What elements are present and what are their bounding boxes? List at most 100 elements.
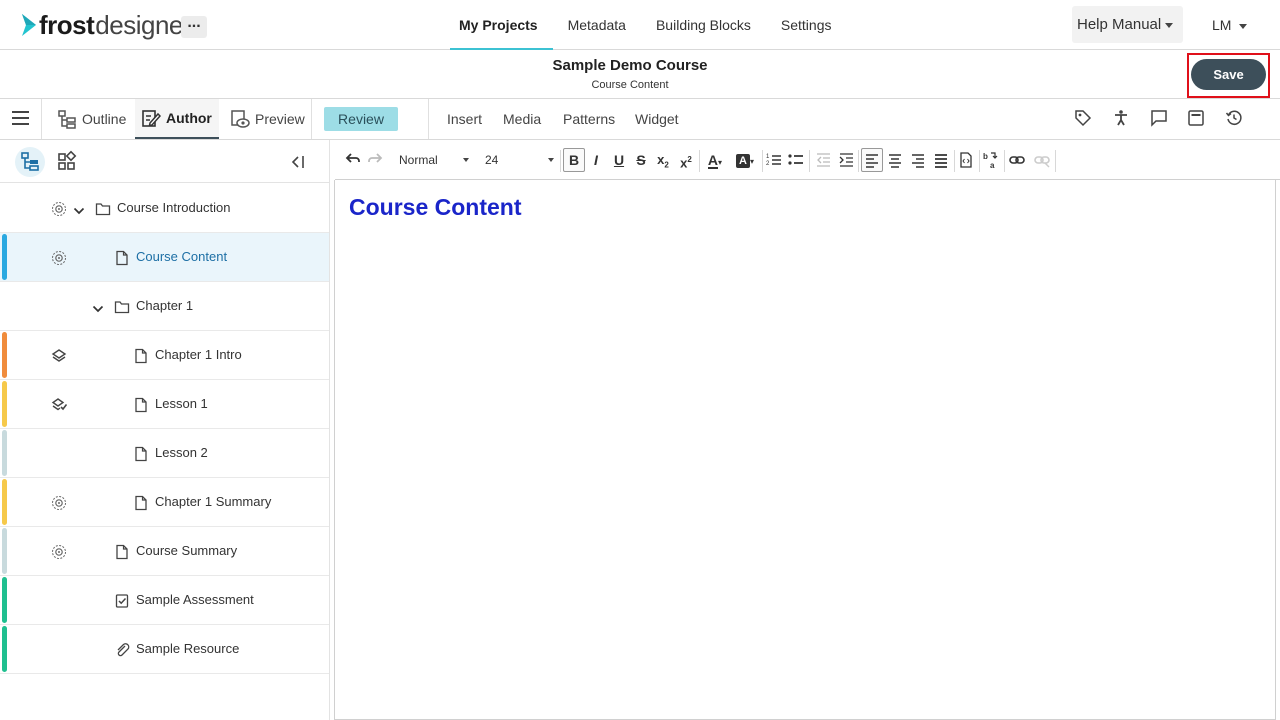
nav-settings[interactable]: Settings	[766, 0, 847, 50]
tree-item-sample-resource[interactable]: Sample Resource	[0, 625, 329, 674]
underline-icon[interactable]: U	[610, 150, 628, 170]
tree-item-sample-assessment[interactable]: Sample Assessment	[0, 576, 329, 625]
font-size-select[interactable]: 24	[485, 150, 555, 170]
tree-item-chapter-1-intro[interactable]: Chapter 1 Intro	[0, 331, 329, 380]
strikethrough-icon[interactable]: S	[632, 150, 650, 170]
menu-patterns[interactable]: Patterns	[563, 111, 615, 127]
settings-status-icon[interactable]	[51, 250, 67, 266]
grid-view-icon	[58, 150, 77, 170]
page-icon	[115, 544, 129, 560]
review-button[interactable]: Review	[324, 107, 398, 131]
divider	[858, 150, 859, 172]
tab-preview[interactable]: Preview	[224, 99, 311, 139]
divider	[979, 150, 980, 172]
history-icon[interactable]	[1225, 109, 1243, 127]
divider	[1004, 150, 1005, 172]
tree-item-chapter-1-summary[interactable]: Chapter 1 Summary	[0, 478, 329, 527]
page-subtitle: Course Content	[591, 79, 669, 91]
find-replace-icon[interactable]: b a	[983, 150, 999, 170]
editor-content-area[interactable]: Course Content	[334, 180, 1276, 720]
nav-building-blocks[interactable]: Building Blocks	[641, 0, 766, 50]
tree-item-course-content[interactable]: Course Content	[0, 233, 329, 282]
settings-status-icon[interactable]	[51, 544, 67, 560]
source-code-icon[interactable]	[959, 150, 973, 170]
tree-item-chapter-1[interactable]: Chapter 1	[0, 282, 329, 331]
bullet-list-icon[interactable]	[788, 150, 804, 170]
accessibility-icon[interactable]	[1112, 109, 1130, 127]
outdent-icon[interactable]	[815, 150, 831, 170]
menu-widget[interactable]: Widget	[635, 111, 679, 127]
subscript-icon[interactable]: x2	[653, 150, 673, 170]
highlight-color-icon[interactable]: A ▾	[732, 150, 758, 170]
menu-insert[interactable]: Insert	[447, 111, 482, 127]
paragraph-style-select[interactable]: Normal	[399, 150, 471, 170]
top-header: frost designer ... My Projects Metadata …	[0, 0, 1280, 50]
nav-metadata[interactable]: Metadata	[553, 0, 641, 50]
settings-status-icon[interactable]	[51, 495, 67, 511]
logo-arrow-icon	[22, 14, 36, 36]
collapse-panel-icon[interactable]	[289, 153, 307, 171]
tree-item-lesson-1[interactable]: Lesson 1	[0, 380, 329, 429]
chevron-down-icon[interactable]	[92, 301, 104, 313]
align-right-icon[interactable]	[910, 150, 926, 170]
superscript-icon[interactable]: x2	[676, 150, 696, 170]
grid-view-button[interactable]	[52, 147, 82, 177]
divider	[954, 150, 955, 172]
comment-icon[interactable]	[1150, 109, 1168, 127]
page-icon	[115, 250, 129, 266]
paperclip-icon	[115, 642, 130, 658]
logo-text-designer: designer	[95, 9, 192, 40]
link-icon[interactable]	[1009, 150, 1025, 170]
nav-my-projects[interactable]: My Projects	[444, 0, 553, 50]
outline-tree-icon	[58, 110, 76, 129]
chevron-down-icon[interactable]	[73, 203, 85, 215]
tree-item-lesson-2[interactable]: Lesson 2	[0, 429, 329, 478]
status-color-bar	[2, 577, 7, 623]
chevron-down-icon	[548, 158, 554, 162]
menu-media[interactable]: Media	[503, 111, 541, 127]
tree-item-label: Chapter 1 Summary	[155, 494, 272, 509]
align-center-icon[interactable]	[887, 150, 903, 170]
tag-icon[interactable]	[1074, 109, 1092, 127]
bold-icon[interactable]: B	[565, 150, 583, 170]
settings-status-icon[interactable]	[51, 201, 67, 217]
window-icon[interactable]	[1187, 109, 1205, 127]
help-manual-dropdown[interactable]: Help Manual	[1072, 6, 1183, 43]
save-button[interactable]: Save	[1191, 59, 1266, 90]
svg-text:a: a	[990, 161, 995, 170]
divider	[1055, 150, 1056, 172]
indent-icon[interactable]	[838, 150, 854, 170]
tree-view-button[interactable]	[15, 147, 45, 177]
logo-text-frost: frost	[39, 9, 95, 40]
tree-item-label: Lesson 2	[155, 445, 208, 460]
author-edit-icon	[142, 110, 161, 127]
tab-author-label: Author	[166, 110, 212, 126]
tab-outline[interactable]: Outline	[51, 99, 132, 139]
italic-icon[interactable]: I	[587, 150, 605, 170]
user-menu[interactable]: LM	[1212, 17, 1248, 33]
hamburger-menu-icon[interactable]	[12, 111, 29, 125]
preview-eye-icon	[231, 110, 250, 128]
align-left-icon[interactable]	[864, 150, 880, 170]
numbered-list-icon[interactable]: 12	[766, 150, 782, 170]
assessment-checkbox-icon	[115, 593, 129, 609]
unlink-icon[interactable]	[1034, 150, 1050, 170]
align-justify-icon[interactable]	[933, 150, 949, 170]
layers-check-icon[interactable]	[51, 397, 68, 413]
redo-icon[interactable]	[367, 150, 383, 170]
font-color-icon[interactable]: A▾	[703, 150, 727, 170]
title-bar: Sample Demo Course Course Content Save	[0, 50, 1280, 99]
layers-icon[interactable]	[51, 348, 67, 364]
tree-toolbar	[0, 140, 330, 183]
frost-logo[interactable]: frost designer	[20, 9, 192, 40]
undo-icon[interactable]	[345, 150, 361, 170]
mode-toolbar: Outline Author Preview Review Insert Med…	[0, 99, 1280, 140]
tree-item-course-introduction[interactable]: Course Introduction	[0, 184, 329, 233]
page-icon	[134, 446, 148, 462]
more-menu-button[interactable]: ...	[181, 15, 207, 38]
status-color-bar	[2, 381, 7, 427]
tab-author[interactable]: Author	[135, 99, 219, 139]
status-color-bar	[2, 479, 7, 525]
editor-heading[interactable]: Course Content	[349, 194, 522, 221]
tree-item-course-summary[interactable]: Course Summary	[0, 527, 329, 576]
